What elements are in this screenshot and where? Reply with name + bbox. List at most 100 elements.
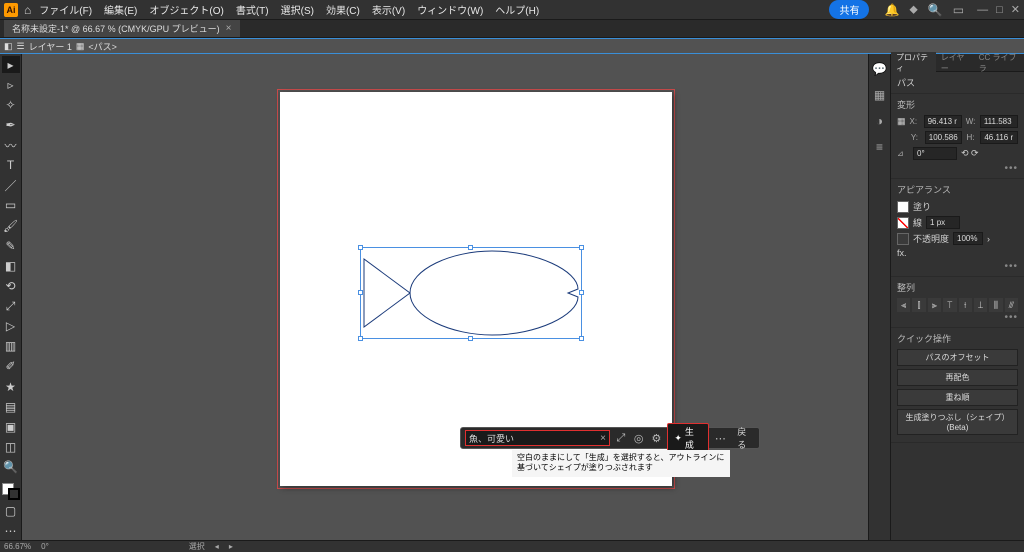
window-minimize-icon[interactable]: — (977, 4, 988, 16)
menu-edit[interactable]: 編集(E) (104, 2, 137, 17)
quick-action-generative-fill[interactable]: 生成塗りつぶし（シェイプ）(Beta) (897, 409, 1018, 435)
appearance-more[interactable]: ••• (897, 261, 1018, 272)
pen-tool-icon[interactable]: ✒ (2, 116, 20, 133)
prompt-input[interactable] (469, 433, 600, 443)
search-icon[interactable]: 🔍 (928, 3, 943, 17)
window-close-icon[interactable]: ✕ (1011, 3, 1020, 16)
anchor-reference-icon[interactable]: ▦ (897, 116, 906, 127)
magic-wand-tool-icon[interactable]: ✧ (2, 96, 20, 113)
scale-tool-icon[interactable]: ⤢ (2, 298, 20, 315)
tab-properties[interactable]: プロパティ (891, 52, 936, 74)
width-tool-icon[interactable]: ▷ (2, 318, 20, 335)
align-top-icon[interactable]: ⟙ (943, 298, 956, 312)
more-options-icon[interactable]: ⋯ (713, 432, 727, 445)
fill-stroke-swatch[interactable] (2, 483, 20, 500)
brush-tool-icon[interactable]: 🖌 (2, 217, 20, 234)
variations-icon[interactable]: ◎ (632, 432, 646, 445)
settings-gear-icon[interactable]: ⚙ (650, 432, 664, 445)
learn-icon[interactable]: ⬥ (909, 2, 917, 17)
x-field[interactable]: 96.413 r (924, 115, 962, 128)
stroke-width-field[interactable]: 1 px (926, 216, 960, 229)
stroke-color-swatch[interactable] (897, 217, 909, 229)
tab-cc-libraries[interactable]: CC ライブラ (974, 52, 1024, 74)
align-hcenter-icon[interactable]: ⫿ (912, 298, 925, 312)
home-icon[interactable]: ⌂ (24, 3, 31, 17)
selection-type-label: パス (897, 76, 1018, 89)
h-field[interactable]: 46.116 r (980, 131, 1018, 144)
opacity-chevron-icon[interactable]: › (987, 234, 990, 244)
generate-button[interactable]: ✦ 生成 (667, 423, 709, 453)
symbol-tool-icon[interactable]: ★ (2, 378, 20, 395)
slice-tool-icon[interactable]: ◫ (2, 438, 20, 455)
path-crumb[interactable]: <パス> (88, 40, 117, 53)
menu-window[interactable]: ウィンドウ(W) (417, 2, 483, 17)
align-more[interactable]: ••• (897, 312, 1018, 323)
edit-toolbar-icon[interactable]: ⋯ (2, 523, 20, 540)
document-tab[interactable]: 名称未設定-1* @ 66.67 % (CMYK/GPU プレビュー) × (4, 20, 240, 37)
gradient-tool-icon[interactable]: ▥ (2, 338, 20, 355)
menu-object[interactable]: オブジェクト(O) (149, 2, 223, 17)
rectangle-tool-icon[interactable]: ▭ (2, 197, 20, 214)
menu-view[interactable]: 表示(V) (372, 2, 405, 17)
fish-path-shape[interactable] (362, 249, 580, 337)
inspiration-icon[interactable]: ⤢ (614, 432, 628, 445)
align-left-icon[interactable]: ⫷ (897, 298, 910, 312)
eraser-tool-icon[interactable]: ◧ (2, 257, 20, 274)
angle-field[interactable]: 0° (913, 147, 957, 160)
graph-tool-icon[interactable]: ▤ (2, 398, 20, 415)
layer-name[interactable]: レイヤー 1 (29, 40, 72, 53)
eyedropper-tool-icon[interactable]: ✐ (2, 358, 20, 375)
align-right-icon[interactable]: ⫸ (928, 298, 941, 312)
fill-color-swatch[interactable] (897, 201, 909, 213)
quick-action-offset-path[interactable]: パスのオフセット (897, 349, 1018, 366)
rotate-tool-icon[interactable]: ⟲ (2, 277, 20, 294)
menu-help[interactable]: ヘルプ(H) (495, 2, 539, 17)
tab-layers[interactable]: レイヤー (936, 52, 974, 74)
selection-tool-icon[interactable]: ▸ (2, 56, 20, 73)
quick-action-recolor[interactable]: 再配色 (897, 369, 1018, 386)
color-panel-icon[interactable]: ◑ (872, 114, 888, 130)
artboard-nav-next-icon[interactable]: ▸ (229, 542, 233, 551)
opacity-field[interactable]: 100% (953, 232, 983, 245)
comments-panel-icon[interactable]: 💬 (872, 62, 888, 78)
menu-file[interactable]: ファイル(F) (39, 2, 92, 17)
transform-more[interactable]: ••• (897, 163, 1018, 174)
line-tool-icon[interactable]: ／ (2, 177, 20, 194)
menu-type[interactable]: 書式(T) (236, 2, 269, 17)
w-field[interactable]: 111.583 (980, 115, 1018, 128)
notification-icon[interactable]: 🔔 (884, 3, 899, 17)
artboard-tool-icon[interactable]: ▣ (2, 418, 20, 435)
right-dock: 💬 ▦ ◑ ≡ (868, 54, 890, 540)
rotate-view[interactable]: 0° (41, 542, 49, 551)
zoom-tool-icon[interactable]: 🔍 (2, 459, 20, 476)
screen-mode-icon[interactable]: ▢ (2, 503, 20, 520)
close-tab-icon[interactable]: × (226, 23, 232, 34)
back-button[interactable]: 戻る (737, 425, 755, 451)
menu-effect[interactable]: 効果(C) (326, 2, 360, 17)
stroke-swatch[interactable] (8, 488, 20, 500)
flip-buttons[interactable]: ⟲ ⟳ (961, 148, 979, 159)
align-bottom-icon[interactable]: ⟘ (974, 298, 987, 312)
curvature-tool-icon[interactable]: 〰 (2, 137, 20, 154)
distribute-h-icon[interactable]: ⫼ (989, 298, 1002, 312)
type-tool-icon[interactable]: T (2, 157, 20, 174)
artboard-nav-prev-icon[interactable]: ◂ (215, 542, 219, 551)
direct-selection-tool-icon[interactable]: ▹ (2, 76, 20, 93)
align-vcenter-icon[interactable]: ⟊ (959, 298, 972, 312)
share-button[interactable]: 共有 (829, 0, 869, 19)
window-maximize-icon[interactable]: □ (996, 4, 1003, 16)
y-field[interactable]: 100.586 (925, 131, 963, 144)
swatches-panel-icon[interactable]: ▦ (872, 88, 888, 104)
shaper-tool-icon[interactable]: ✎ (2, 237, 20, 254)
stroke-panel-icon[interactable]: ≡ (872, 140, 888, 156)
distribute-v-icon[interactable]: ⫻ (1005, 298, 1018, 312)
fx-label[interactable]: fx. (897, 248, 907, 258)
zoom-level[interactable]: 66.67% (4, 542, 31, 551)
arrange-icon[interactable]: ▭ (953, 3, 964, 17)
layer-nav-icon[interactable]: ◧ (4, 41, 13, 52)
layers-icon[interactable]: ☰ (17, 41, 25, 52)
clear-prompt-icon[interactable]: × (600, 433, 606, 444)
canvas-area[interactable] (22, 54, 868, 540)
quick-action-arrange[interactable]: 重ね順 (897, 389, 1018, 406)
menu-select[interactable]: 選択(S) (281, 2, 314, 17)
